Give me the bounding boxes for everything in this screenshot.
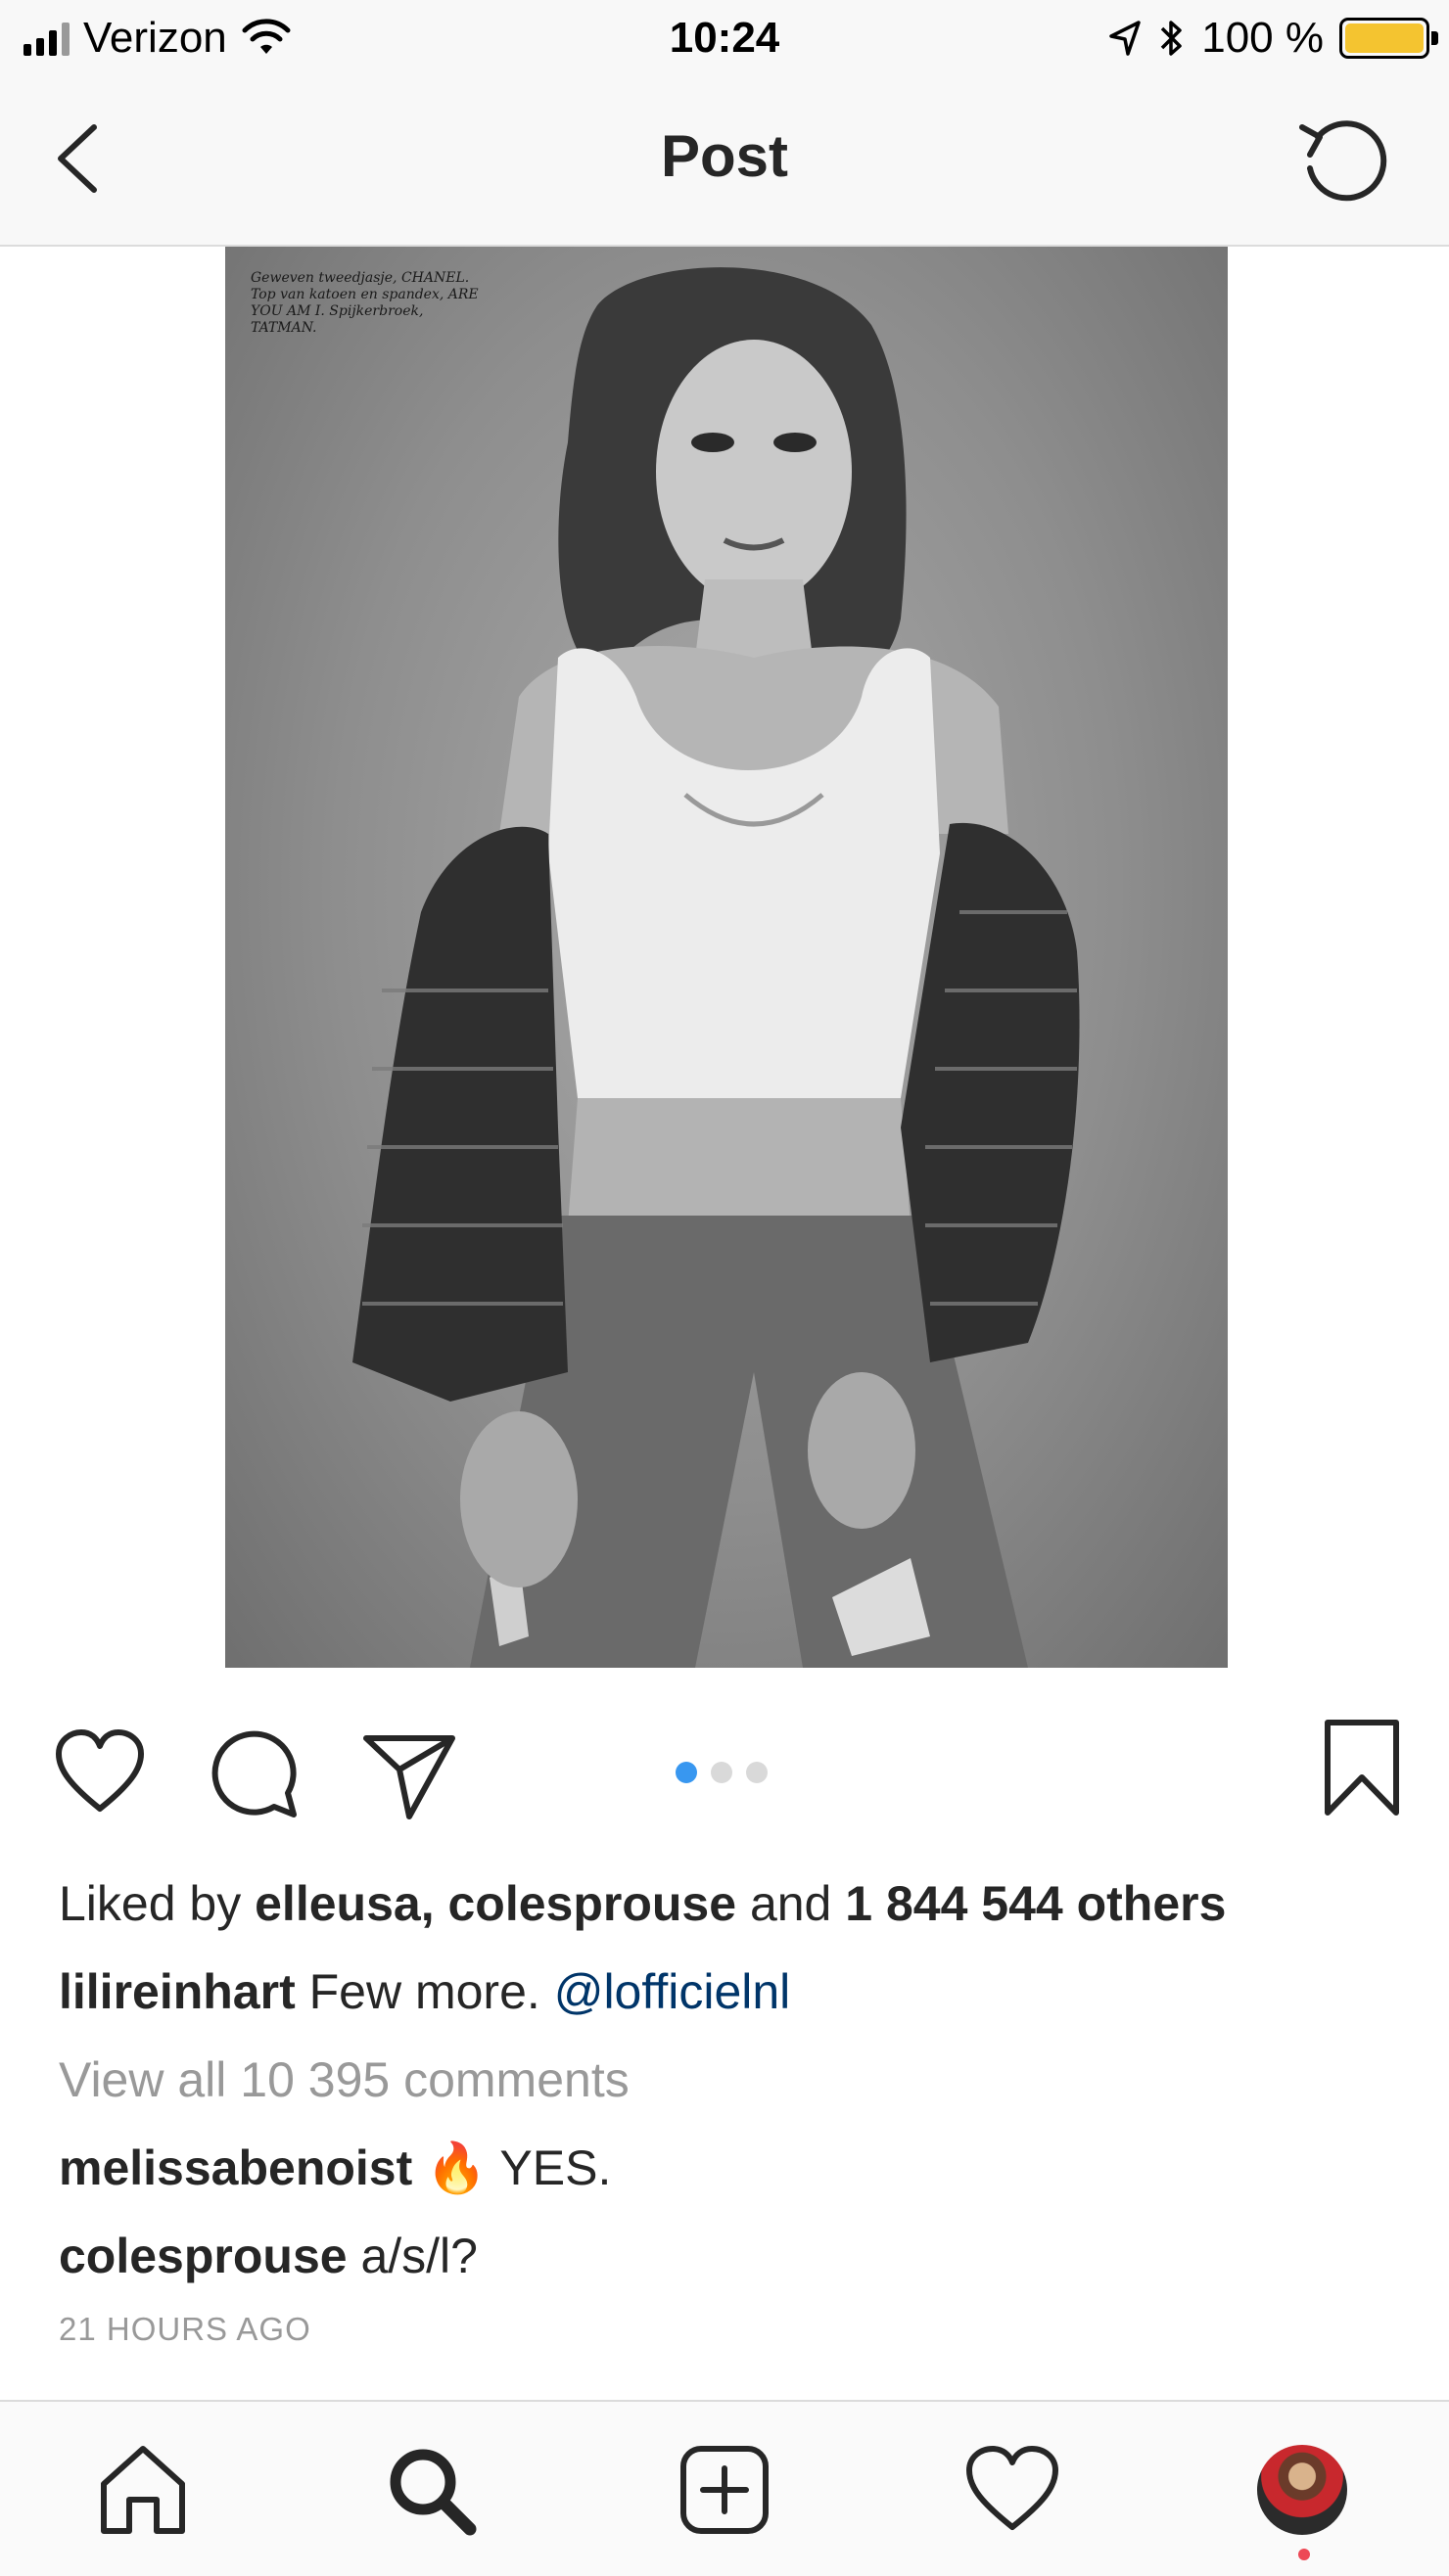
like-button[interactable] (51, 1725, 149, 1822)
new-post-icon (680, 2446, 769, 2534)
battery-icon (1339, 18, 1438, 59)
view-all-comments-link[interactable]: View all 10 395 comments (59, 2036, 1410, 2124)
tab-new-post[interactable] (676, 2441, 773, 2539)
caption-mention-link[interactable]: @lofficielnl (554, 1964, 791, 2019)
carousel-indicator (676, 1762, 768, 1783)
post-photo[interactable]: Geweven tweedjasje, CHANEL. Top van kato… (225, 247, 1228, 1668)
carousel-dot-1 (676, 1762, 697, 1783)
bluetooth-icon (1160, 21, 1182, 56)
carousel-dot-3 (746, 1762, 768, 1783)
status-right: 100 % (1107, 14, 1438, 63)
status-bar: Verizon 10:24 100 % (0, 0, 1449, 78)
tab-profile-avatar[interactable] (1257, 2445, 1347, 2535)
comment-text: 🔥 YES. (412, 2140, 612, 2195)
comment-row: colesprouse a/s/l? (59, 2212, 1410, 2300)
comment-username-link[interactable]: melissabenoist (59, 2140, 412, 2195)
battery-percent: 100 % (1201, 14, 1324, 62)
model-photo-illustration (352, 267, 1080, 1668)
page-title: Post (660, 123, 789, 189)
search-icon (390, 2449, 477, 2536)
activity-heart-icon (966, 2446, 1058, 2530)
share-button[interactable] (360, 1726, 458, 1824)
post-action-bar (0, 1668, 1449, 1875)
home-icon (101, 2446, 185, 2534)
navigation-bar: Post (0, 78, 1449, 247)
heart-icon (56, 1729, 144, 1812)
post-timestamp: 21 HOURS AGO (59, 2311, 311, 2347)
caption-text: Few more. (295, 1964, 554, 2019)
caption-line: lilireinhart Few more. @lofficielnl (59, 1948, 1410, 2036)
battery-level-fill (1345, 23, 1424, 53)
liker-colesprouse-link[interactable]: colesprouse (447, 1876, 736, 1931)
comment-row: melissabenoist 🔥 YES. (59, 2124, 1410, 2212)
likes-line: Liked by elleusa, colesprouse and 1 844 … (59, 1860, 1410, 1948)
tab-search[interactable] (382, 2441, 480, 2539)
likes-others-link[interactable]: 1 844 544 others (845, 1876, 1226, 1931)
magazine-credit-text: Geweven tweedjasje, CHANEL. Top van kato… (251, 270, 479, 336)
notification-dot (1298, 2549, 1310, 2560)
tab-activity[interactable] (963, 2441, 1061, 2539)
location-arrow-icon (1109, 21, 1141, 56)
save-button[interactable] (1318, 1717, 1406, 1818)
paper-plane-icon (363, 1735, 455, 1819)
bookmark-icon (1325, 1720, 1399, 1816)
likes-separator: , (420, 1876, 448, 1931)
comment-button[interactable] (206, 1725, 304, 1822)
post-meta: Liked by elleusa, colesprouse and 1 844 … (59, 1860, 1410, 2359)
tab-home[interactable] (94, 2441, 192, 2539)
caption-username-link[interactable]: lilireinhart (59, 1964, 296, 2019)
refresh-icon (1299, 120, 1387, 202)
bottom-tab-bar (0, 2400, 1449, 2576)
likes-conjunction: and (736, 1876, 846, 1931)
carousel-dot-2 (711, 1762, 732, 1783)
likes-prefix: Liked by (59, 1876, 256, 1931)
speech-bubble-icon (211, 1730, 297, 1817)
refresh-button[interactable] (1290, 108, 1398, 215)
comment-text: a/s/l? (347, 2229, 478, 2283)
comment-username-link[interactable]: colesprouse (59, 2229, 348, 2283)
liker-elleusa-link[interactable]: elleusa (255, 1876, 421, 1931)
